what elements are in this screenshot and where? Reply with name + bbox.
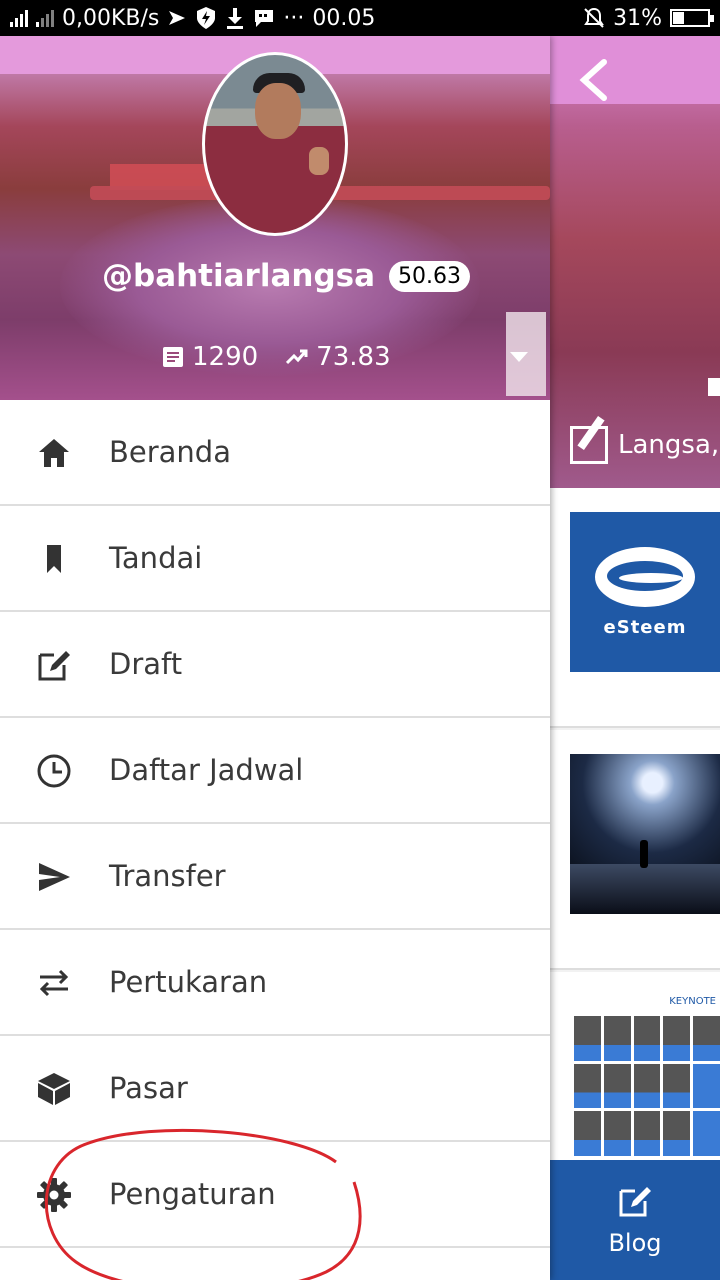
menu-item-label: Tandai — [109, 541, 203, 575]
voting-power: 73.83 — [316, 342, 391, 372]
post-card[interactable]: eSteem — [550, 488, 720, 728]
avatar[interactable] — [202, 52, 348, 236]
posts-icon — [163, 347, 183, 367]
esteem-logo-text: eSteem — [603, 616, 687, 638]
download-icon — [227, 8, 244, 29]
bookmark-icon — [47, 545, 61, 573]
menu-item-tandai[interactable]: Tandai — [0, 506, 550, 612]
profile-username-row: @bahtiarlangsa 50.63 — [102, 258, 470, 294]
night-street-thumbnail — [570, 754, 720, 914]
reputation-badge: 50.63 — [389, 260, 470, 292]
clock-time: 00.05 — [312, 5, 376, 31]
post-card[interactable] — [550, 730, 720, 970]
shield-bolt-icon — [197, 7, 216, 29]
navigation-drawer: @bahtiarlangsa 50.63 1290 73.83 Beranda … — [0, 36, 550, 1280]
esteem-logo-icon — [595, 546, 695, 607]
edit-icon — [38, 651, 70, 681]
swap-icon — [39, 969, 69, 997]
back-arrow-icon[interactable] — [576, 58, 612, 102]
menu-item-daftar-jadwal[interactable]: Daftar Jadwal — [0, 718, 550, 824]
trending-up-icon — [286, 349, 308, 365]
red-annotation-circle — [45, 1128, 362, 1280]
menu-item-label: Transfer — [109, 859, 226, 893]
menu-item-beranda[interactable]: Beranda — [0, 400, 550, 506]
bbm-icon — [255, 10, 274, 27]
location-text: Langsa, — [618, 430, 720, 460]
menu-item-pertukaran[interactable]: Pertukaran — [0, 930, 550, 1036]
background-profile-screen: Langsa, eSteem KEYNOTE Blog — [550, 36, 720, 1280]
menu-item-label: Beranda — [109, 435, 231, 469]
battery-percent: 31% — [613, 5, 662, 31]
more-dots-icon: ··· — [283, 5, 305, 31]
keynote-collage-thumbnail: KEYNOTE — [570, 996, 720, 1156]
location-edit-icon — [570, 426, 608, 464]
clock-icon — [37, 754, 71, 788]
esteem-thumbnail: eSteem — [570, 512, 720, 672]
menu-item-transfer[interactable]: Transfer — [0, 824, 550, 930]
profile-stats: 1290 73.83 — [162, 342, 391, 372]
account-dropdown-arrow-icon[interactable] — [510, 352, 528, 362]
location-row: Langsa, — [570, 426, 719, 464]
drawer-menu: Beranda Tandai Draft Daftar Jadwal Trans… — [0, 400, 550, 1248]
mute-bell-icon — [584, 7, 604, 28]
background-cover-image: Langsa, — [550, 36, 720, 488]
profile-username[interactable]: @bahtiarlangsa — [102, 258, 375, 294]
messenger-icon — [169, 11, 186, 25]
drawer-header: @bahtiarlangsa 50.63 1290 73.83 — [0, 36, 550, 400]
menu-item-label: Daftar Jadwal — [109, 753, 304, 787]
post-count: 1290 — [192, 342, 259, 372]
menu-item-label: Pasar — [109, 1071, 188, 1105]
send-icon — [39, 863, 70, 891]
edit-icon — [619, 1187, 651, 1217]
menu-item-label: Pertukaran — [109, 965, 268, 999]
network-speed: 0,00KB/s — [62, 5, 160, 31]
signal-icon — [36, 9, 54, 27]
cube-icon — [38, 1073, 70, 1105]
blog-button-label: Blog — [608, 1229, 662, 1257]
menu-item-label: Draft — [109, 647, 183, 681]
blog-button[interactable]: Blog — [550, 1160, 720, 1280]
status-bar: 0,00KB/s ··· 00.05 31% — [0, 0, 720, 36]
home-icon — [39, 439, 69, 467]
posts-icon — [708, 378, 720, 396]
collage-header: KEYNOTE — [669, 996, 716, 1007]
menu-item-draft[interactable]: Draft — [0, 612, 550, 718]
battery-level-fill — [673, 12, 684, 24]
signal-h-icon — [10, 9, 28, 27]
battery-icon — [670, 9, 714, 27]
